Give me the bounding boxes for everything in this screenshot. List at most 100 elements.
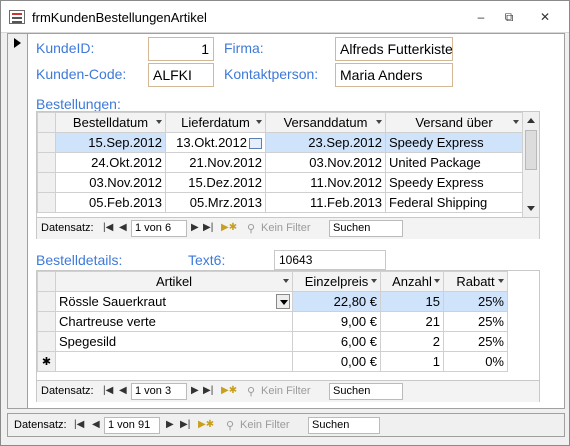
cell[interactable]: Spegesild	[55, 331, 293, 352]
prev-record-icon[interactable]: ◀	[119, 385, 127, 396]
cell[interactable]: 23.Sep.2012	[265, 132, 386, 153]
firma-field[interactable]: Alfreds Futterkiste	[335, 37, 453, 61]
table-row[interactable]: 03.Nov.2012 15.Dez.2012 11.Nov.2012 Spee…	[37, 172, 523, 193]
col-anzahl[interactable]: Anzahl	[380, 271, 444, 292]
record-number[interactable]: 1 von 91	[104, 417, 160, 434]
cell[interactable]: 15.Dez.2012	[165, 172, 266, 193]
record-selector[interactable]	[8, 34, 28, 408]
minimize-icon[interactable]: –	[469, 9, 493, 25]
col-dropdown-icon[interactable]	[513, 120, 519, 124]
restore-icon[interactable]: ⧉	[497, 9, 521, 25]
table-row[interactable]: 15.Sep.2012 13.Okt.2012 23.Sep.2012 Spee…	[37, 132, 523, 153]
cell[interactable]: 21.Nov.2012	[165, 152, 266, 173]
new-record-icon[interactable]: ▶✱	[221, 222, 237, 233]
cell[interactable]: 24.Okt.2012	[55, 152, 166, 173]
cell[interactable]: 21	[380, 311, 444, 332]
cell[interactable]	[55, 351, 293, 372]
close-icon[interactable]: ✕	[533, 9, 557, 25]
combo-dropdown-icon[interactable]	[276, 294, 290, 309]
no-filter-button[interactable]: Kein Filter	[240, 419, 290, 431]
search-input[interactable]: Suchen	[329, 383, 403, 400]
col-artikel[interactable]: Artikel	[55, 271, 293, 292]
orders-corner[interactable]	[37, 112, 56, 133]
search-input[interactable]: Suchen	[329, 220, 403, 237]
scroll-up-icon[interactable]	[527, 118, 535, 123]
row-selector[interactable]	[37, 152, 56, 173]
cell[interactable]: 15.Sep.2012	[55, 132, 166, 153]
col-lieferdatum[interactable]: Lieferdatum	[165, 112, 266, 133]
cell[interactable]: 11.Feb.2013	[265, 192, 386, 213]
cell[interactable]: 2	[380, 331, 444, 352]
col-versanddatum[interactable]: Versanddatum	[265, 112, 386, 133]
cell[interactable]: United Package	[385, 152, 523, 173]
no-filter-button[interactable]: Kein Filter	[261, 222, 311, 234]
col-dropdown-icon[interactable]	[371, 279, 377, 283]
cell[interactable]: 0,00 €	[292, 351, 381, 372]
cell[interactable]: 1	[380, 351, 444, 372]
col-dropdown-icon[interactable]	[156, 120, 162, 124]
table-row[interactable]: Rössle Sauerkraut 22,80 € 15 25%	[37, 291, 508, 312]
table-row[interactable]: Spegesild 6,00 € 2 25%	[37, 331, 508, 352]
last-record-icon[interactable]: ▶|	[203, 385, 213, 396]
record-number[interactable]: 1 von 3	[131, 383, 187, 400]
details-corner[interactable]	[37, 271, 56, 292]
record-number[interactable]: 1 von 6	[131, 220, 187, 237]
kundencode-field[interactable]: ALFKI	[148, 63, 214, 87]
table-row[interactable]: 24.Okt.2012 21.Nov.2012 03.Nov.2012 Unit…	[37, 152, 523, 173]
cell[interactable]: 11.Nov.2012	[265, 172, 386, 193]
cell[interactable]: 6,00 €	[292, 331, 381, 352]
table-row[interactable]: Chartreuse verte 9,00 € 21 25%	[37, 311, 508, 332]
cell[interactable]: 15	[380, 291, 444, 312]
kundeid-field[interactable]: 1	[148, 37, 214, 61]
search-input[interactable]: Suchen	[308, 417, 380, 434]
cell[interactable]: 9,00 €	[292, 311, 381, 332]
cell[interactable]: 22,80 €	[292, 291, 381, 312]
first-record-icon[interactable]: |◀	[103, 222, 113, 233]
next-record-icon[interactable]: ▶	[166, 419, 174, 430]
calendar-icon[interactable]	[249, 138, 262, 150]
row-selector[interactable]	[37, 192, 56, 213]
col-dropdown-icon[interactable]	[283, 279, 289, 283]
cell[interactable]: 25%	[443, 311, 508, 332]
prev-record-icon[interactable]: ◀	[92, 419, 100, 430]
table-row[interactable]: 05.Feb.2013 05.Mrz.2013 11.Feb.2013 Fede…	[37, 192, 523, 213]
new-record-icon[interactable]: ✱	[37, 351, 56, 372]
col-einzelpreis[interactable]: Einzelpreis	[292, 271, 381, 292]
text6-field[interactable]: 10643	[274, 250, 386, 270]
table-row-new[interactable]: ✱ 0,00 € 1 0%	[37, 351, 508, 372]
row-selector[interactable]	[37, 291, 56, 312]
col-rabatt[interactable]: Rabatt	[443, 271, 508, 292]
new-record-icon[interactable]: ▶✱	[198, 419, 214, 430]
next-record-icon[interactable]: ▶	[191, 222, 199, 233]
col-dropdown-icon[interactable]	[376, 120, 382, 124]
new-record-icon[interactable]: ▶✱	[221, 385, 237, 396]
cell[interactable]: 03.Nov.2012	[55, 172, 166, 193]
col-dropdown-icon[interactable]	[498, 279, 504, 283]
kontakt-field[interactable]: Maria Anders	[335, 63, 453, 87]
col-dropdown-icon[interactable]	[434, 279, 440, 283]
row-selector[interactable]	[37, 311, 56, 332]
row-selector[interactable]	[37, 172, 56, 193]
next-record-icon[interactable]: ▶	[191, 385, 199, 396]
scroll-down-icon[interactable]	[527, 206, 535, 211]
last-record-icon[interactable]: ▶|	[180, 419, 190, 430]
no-filter-button[interactable]: Kein Filter	[261, 385, 311, 397]
col-versand-ueber[interactable]: Versand über	[385, 112, 523, 133]
first-record-icon[interactable]: |◀	[103, 385, 113, 396]
row-selector[interactable]	[37, 331, 56, 352]
cell[interactable]: Speedy Express	[385, 132, 523, 153]
cell[interactable]: Speedy Express	[385, 172, 523, 193]
cell[interactable]: 13.Okt.2012	[165, 132, 266, 153]
cell[interactable]: 05.Mrz.2013	[165, 192, 266, 213]
cell[interactable]: 03.Nov.2012	[265, 152, 386, 173]
row-selector[interactable]	[37, 132, 56, 153]
cell[interactable]: 25%	[443, 291, 508, 312]
scroll-thumb[interactable]	[525, 130, 537, 170]
orders-scrollbar[interactable]	[522, 112, 539, 217]
col-dropdown-icon[interactable]	[256, 120, 262, 124]
cell[interactable]: 0%	[443, 351, 508, 372]
cell[interactable]: Federal Shipping	[385, 192, 523, 213]
cell[interactable]: 25%	[443, 331, 508, 352]
last-record-icon[interactable]: ▶|	[203, 222, 213, 233]
first-record-icon[interactable]: |◀	[74, 419, 84, 430]
